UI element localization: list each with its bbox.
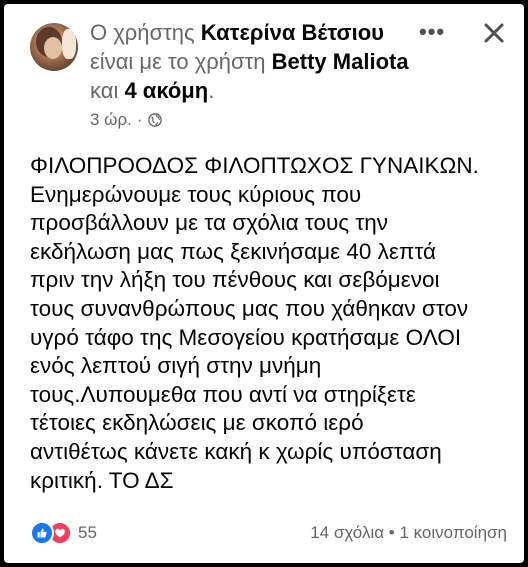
- post-card: Ο χρήστης Κατερίνα Βέτσιου είναι με το χ…: [4, 4, 524, 563]
- post-body: ΦΙΛΟΠΡΟΟΔΟΣ ΦΙΛΟΠΤΩΧΟΣ ΓΥΝΑΙΚΩΝ. Ενημερώ…: [30, 153, 479, 493]
- post-meta: 3 ώρ. ·: [90, 110, 162, 130]
- header-prefix: Ο χρήστης: [90, 20, 201, 45]
- post-footer: 55 14 σχόλια • 1 κοινοποίηση: [4, 519, 524, 549]
- header-with-text: είναι με το χρήστη: [90, 49, 272, 74]
- reactions-summary[interactable]: 55: [30, 521, 97, 545]
- comments-link[interactable]: 14 σχόλια: [310, 523, 384, 542]
- avatar[interactable]: [30, 23, 78, 71]
- reaction-count: 55: [78, 523, 97, 542]
- others-link[interactable]: 4 ακόμη: [124, 78, 208, 103]
- header-conjunction: και: [90, 78, 125, 103]
- close-icon[interactable]: [482, 21, 506, 45]
- like-reaction-icon: [30, 521, 54, 545]
- stats-separator: •: [384, 523, 400, 542]
- post-header: Ο χρήστης Κατερίνα Βέτσιου είναι με το χ…: [90, 18, 420, 105]
- more-options-icon[interactable]: •••: [419, 21, 445, 43]
- meta-separator: ·: [136, 110, 143, 129]
- globe-icon[interactable]: [147, 113, 162, 127]
- post-timestamp[interactable]: 3 ώρ.: [90, 110, 132, 130]
- shares-link[interactable]: 1 κοινοποίηση: [399, 523, 507, 542]
- author-name-link[interactable]: Κατερίνα Βέτσιου: [201, 20, 384, 45]
- tagged-user-link[interactable]: Betty Maliota: [272, 49, 409, 74]
- engagement-stats: 14 σχόλια • 1 κοινοποίηση: [310, 523, 507, 543]
- header-suffix: .: [208, 78, 215, 103]
